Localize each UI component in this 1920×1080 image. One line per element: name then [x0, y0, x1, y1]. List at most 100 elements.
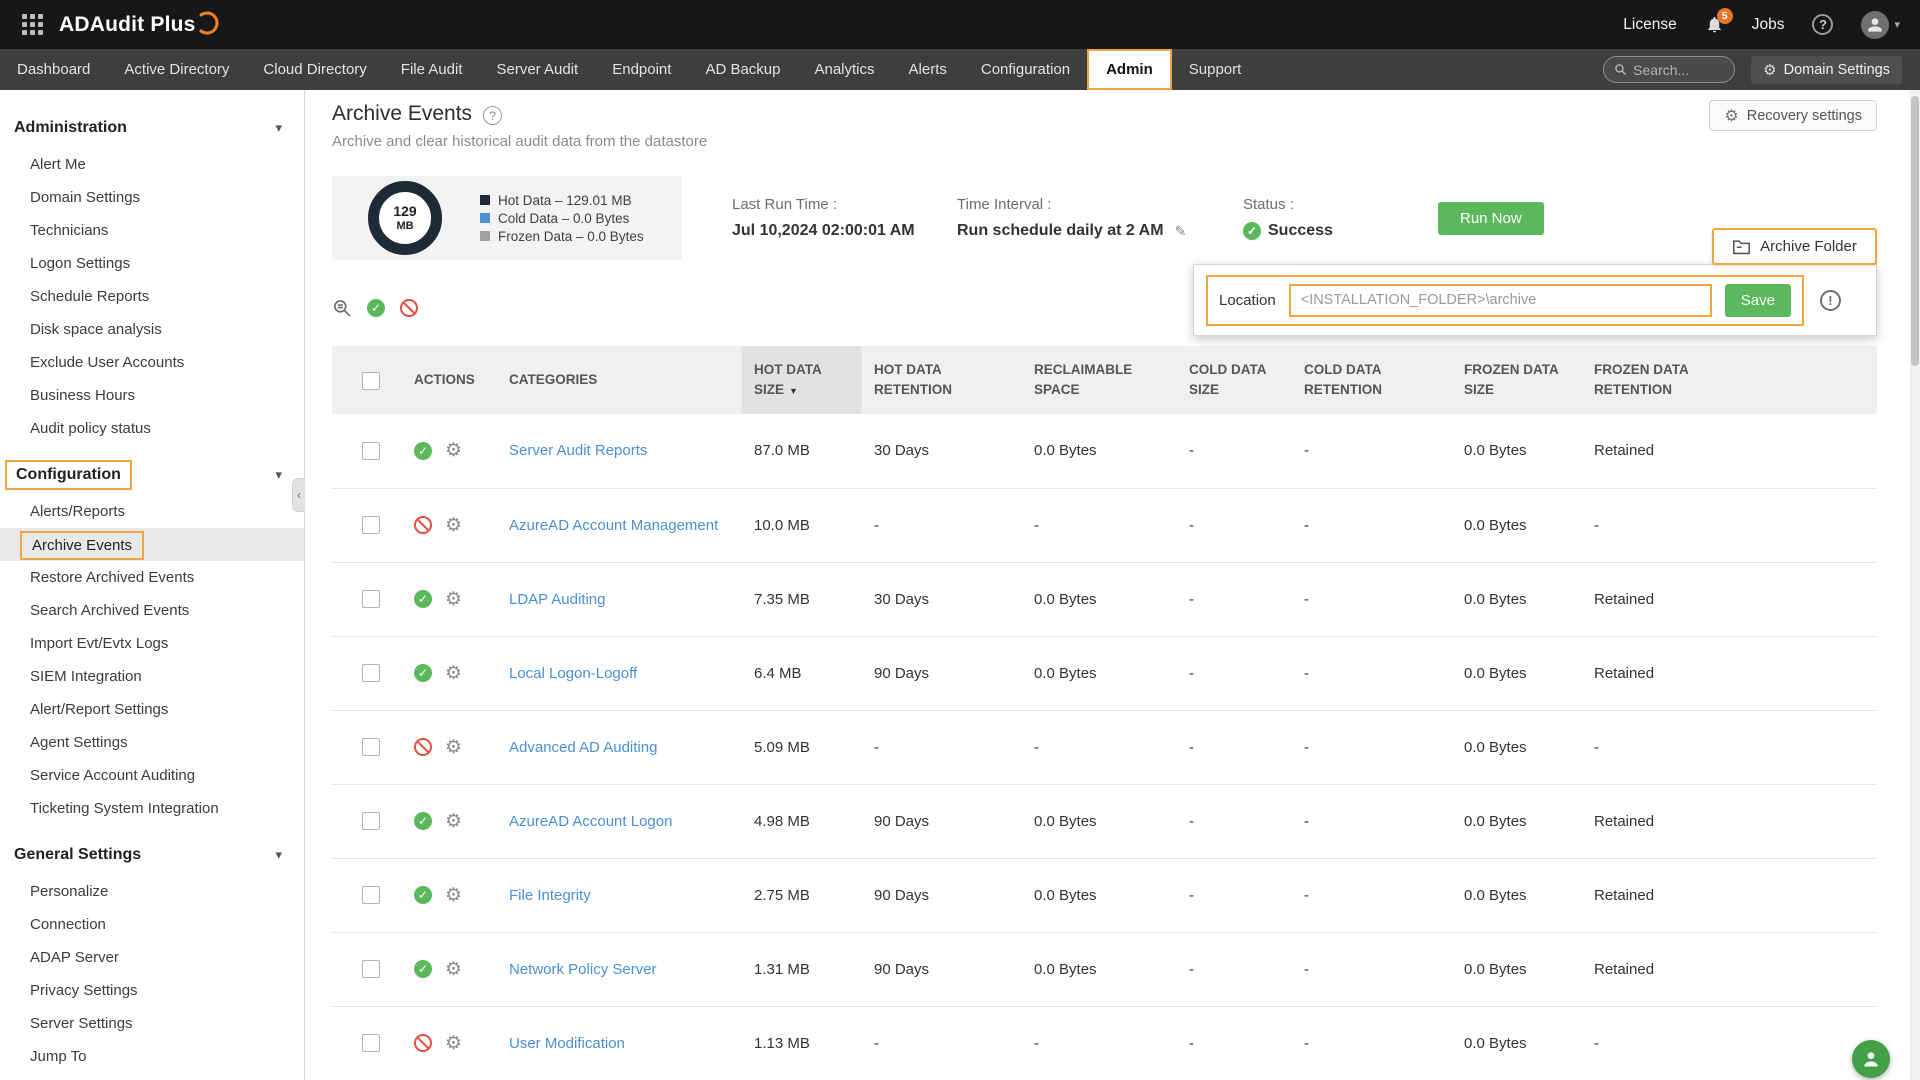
- jobs-link[interactable]: Jobs: [1752, 16, 1785, 34]
- archiving-disabled-icon[interactable]: [414, 516, 432, 534]
- sidebar-item-technicians[interactable]: Technicians: [0, 214, 304, 247]
- scrollbar-thumb[interactable]: [1911, 96, 1919, 366]
- sidebar-section-general-settings[interactable]: General Settings▾: [0, 835, 304, 875]
- column-header-cold-data-size[interactable]: COLD DATASIZE: [1177, 346, 1292, 414]
- search-input[interactable]: [1633, 62, 1719, 78]
- sidebar-item-disk-space-analysis[interactable]: Disk space analysis: [0, 313, 304, 346]
- sidebar-item-ticketing-system-integration[interactable]: Ticketing System Integration: [0, 792, 304, 825]
- warning-icon[interactable]: !: [1820, 290, 1841, 311]
- license-link[interactable]: License: [1623, 16, 1676, 34]
- tab-admin[interactable]: Admin: [1087, 49, 1172, 90]
- vertical-scrollbar[interactable]: [1910, 90, 1920, 1080]
- sidebar-item-alert-report-settings[interactable]: Alert/Report Settings: [0, 693, 304, 726]
- category-link[interactable]: AzureAD Account Management: [509, 517, 718, 534]
- tab-alerts[interactable]: Alerts: [892, 49, 964, 90]
- column-header-categories[interactable]: CATEGORIES: [497, 346, 742, 414]
- save-button[interactable]: Save: [1725, 284, 1791, 317]
- row-settings-gear-icon[interactable]: ⚙: [445, 1034, 462, 1053]
- sidebar-item-service-account-auditing[interactable]: Service Account Auditing: [0, 759, 304, 792]
- row-checkbox[interactable]: [362, 664, 380, 682]
- notifications-bell[interactable]: 5: [1705, 15, 1724, 34]
- tab-server-audit[interactable]: Server Audit: [480, 49, 596, 90]
- category-link[interactable]: Advanced AD Auditing: [509, 739, 657, 756]
- archiving-enabled-icon[interactable]: ✓: [414, 812, 432, 830]
- tab-configuration[interactable]: Configuration: [964, 49, 1087, 90]
- sidebar-item-restore-archived-events[interactable]: Restore Archived Events: [0, 561, 304, 594]
- help-icon[interactable]: ?: [1812, 14, 1833, 35]
- column-header-actions[interactable]: ACTIONS: [402, 346, 497, 414]
- row-settings-gear-icon[interactable]: ⚙: [445, 960, 462, 979]
- row-checkbox[interactable]: [362, 812, 380, 830]
- archiving-enabled-icon[interactable]: ✓: [414, 886, 432, 904]
- sidebar-item-jump-to[interactable]: Jump To: [0, 1040, 304, 1073]
- run-now-button[interactable]: Run Now: [1438, 202, 1544, 235]
- row-settings-gear-icon[interactable]: ⚙: [445, 441, 462, 460]
- sidebar-section-administration[interactable]: Administration▾: [0, 108, 304, 148]
- archiving-enabled-icon[interactable]: ✓: [414, 960, 432, 978]
- sidebar-item-logon-settings[interactable]: Logon Settings: [0, 247, 304, 280]
- column-header-frozen-data-retention[interactable]: FROZEN DATARETENTION: [1582, 346, 1877, 414]
- tab-active-directory[interactable]: Active Directory: [107, 49, 246, 90]
- row-settings-gear-icon[interactable]: ⚙: [445, 516, 462, 535]
- row-checkbox[interactable]: [362, 590, 380, 608]
- user-menu[interactable]: ▾: [1861, 11, 1900, 39]
- column-header-hot-data-retention[interactable]: HOT DATARETENTION: [862, 346, 1022, 414]
- sidebar-item-exclude-user-accounts[interactable]: Exclude User Accounts: [0, 346, 304, 379]
- sidebar-item-privacy-settings[interactable]: Privacy Settings: [0, 974, 304, 1007]
- column-header-cold-data-retention[interactable]: COLD DATARETENTION: [1292, 346, 1452, 414]
- sidebar-item-archive-events[interactable]: Archive Events: [0, 528, 304, 561]
- tab-file-audit[interactable]: File Audit: [384, 49, 480, 90]
- archiving-enabled-icon[interactable]: ✓: [414, 442, 432, 460]
- column-header-hot-data-size[interactable]: HOT DATASIZE▼: [742, 346, 862, 414]
- category-link[interactable]: Local Logon-Logoff: [509, 665, 637, 682]
- category-link[interactable]: Server Audit Reports: [509, 442, 647, 459]
- sidebar-item-domain-settings[interactable]: Domain Settings: [0, 181, 304, 214]
- disable-archiving-icon[interactable]: [400, 299, 418, 317]
- row-checkbox[interactable]: [362, 516, 380, 534]
- archiving-disabled-icon[interactable]: [414, 1034, 432, 1052]
- domain-settings-button[interactable]: ⚙ Domain Settings: [1751, 56, 1902, 84]
- sidebar-collapse-handle[interactable]: ‹: [292, 478, 305, 512]
- sidebar-item-audit-policy-status[interactable]: Audit policy status: [0, 412, 304, 445]
- category-link[interactable]: AzureAD Account Logon: [509, 813, 672, 830]
- category-link[interactable]: File Integrity: [509, 887, 591, 904]
- sidebar-section-configuration[interactable]: Configuration▾: [0, 455, 304, 495]
- sidebar-item-connection[interactable]: Connection: [0, 908, 304, 941]
- row-checkbox[interactable]: [362, 442, 380, 460]
- archiving-enabled-icon[interactable]: ✓: [414, 590, 432, 608]
- archive-folder-button[interactable]: Archive Folder: [1712, 228, 1877, 265]
- row-settings-gear-icon[interactable]: ⚙: [445, 886, 462, 905]
- global-search[interactable]: [1603, 56, 1735, 83]
- tab-ad-backup[interactable]: AD Backup: [688, 49, 797, 90]
- sidebar-item-adap-server[interactable]: ADAP Server: [0, 941, 304, 974]
- tab-cloud-directory[interactable]: Cloud Directory: [246, 49, 383, 90]
- edit-schedule-icon[interactable]: ✎: [1175, 223, 1187, 240]
- sidebar-item-business-hours[interactable]: Business Hours: [0, 379, 304, 412]
- row-settings-gear-icon[interactable]: ⚙: [445, 738, 462, 757]
- apps-grid-icon[interactable]: [22, 14, 43, 35]
- enable-archiving-icon[interactable]: ✓: [367, 299, 385, 317]
- category-link[interactable]: Network Policy Server: [509, 961, 657, 978]
- sidebar-item-siem-integration[interactable]: SIEM Integration: [0, 660, 304, 693]
- tab-support[interactable]: Support: [1172, 49, 1259, 90]
- row-checkbox[interactable]: [362, 960, 380, 978]
- archiving-enabled-icon[interactable]: ✓: [414, 664, 432, 682]
- location-input[interactable]: [1289, 284, 1712, 317]
- category-link[interactable]: LDAP Auditing: [509, 591, 605, 608]
- row-checkbox[interactable]: [362, 886, 380, 904]
- category-link[interactable]: User Modification: [509, 1035, 625, 1052]
- tab-dashboard[interactable]: Dashboard: [0, 49, 107, 90]
- sidebar-item-import-evt-evtx-logs[interactable]: Import Evt/Evtx Logs: [0, 627, 304, 660]
- row-checkbox[interactable]: [362, 1034, 380, 1052]
- column-search-icon[interactable]: [332, 298, 352, 318]
- row-checkbox[interactable]: [362, 738, 380, 756]
- recovery-settings-button[interactable]: ⚙ Recovery settings: [1709, 100, 1877, 131]
- sidebar-item-search-archived-events[interactable]: Search Archived Events: [0, 594, 304, 627]
- row-settings-gear-icon[interactable]: ⚙: [445, 812, 462, 831]
- column-header-reclaimable-space[interactable]: RECLAIMABLESPACE: [1022, 346, 1177, 414]
- sidebar-item-schedule-reports[interactable]: Schedule Reports: [0, 280, 304, 313]
- column-header-frozen-data-size[interactable]: FROZEN DATASIZE: [1452, 346, 1582, 414]
- row-settings-gear-icon[interactable]: ⚙: [445, 664, 462, 683]
- sidebar-item-agent-settings[interactable]: Agent Settings: [0, 726, 304, 759]
- support-chat-button[interactable]: [1852, 1040, 1890, 1078]
